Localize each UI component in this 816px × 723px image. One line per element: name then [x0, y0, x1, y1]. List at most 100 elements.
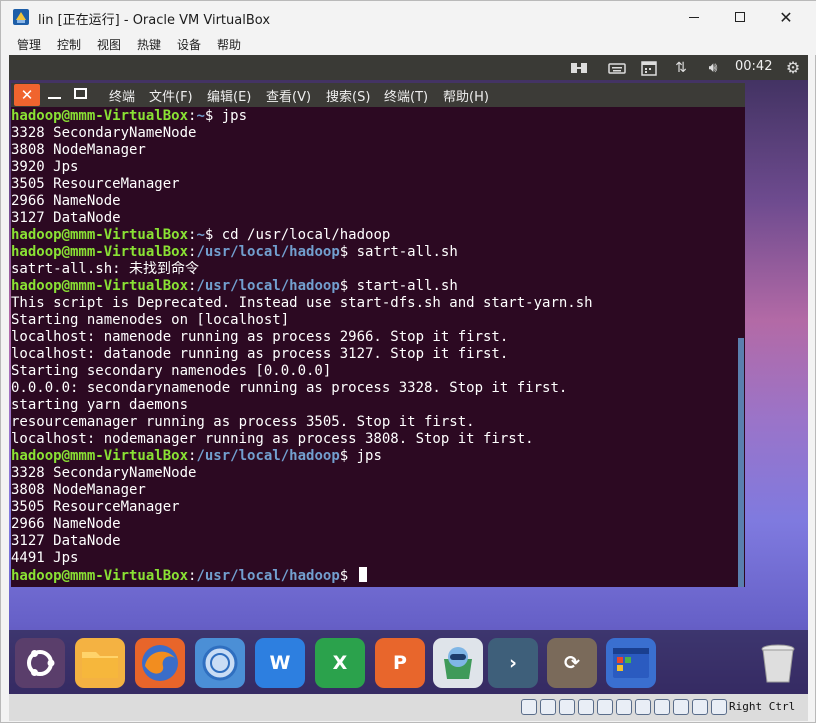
- vm-menu-bar: 管理 控制 视图 热键 设备 帮助: [1, 33, 816, 55]
- terminal-minimize-button[interactable]: [48, 97, 61, 99]
- terminal-menu-view[interactable]: 查看(V): [266, 86, 311, 105]
- output-line: 3328 SecondaryNameNode: [11, 125, 197, 141]
- output-line: 3127 DataNode: [11, 210, 121, 226]
- output-line: localhost: nodemanager running as proces…: [11, 431, 534, 447]
- close-button[interactable]: ✕: [763, 1, 809, 33]
- prompt-path: /usr/local/hadoop: [196, 568, 340, 584]
- terminal-app-icon[interactable]: ›: [488, 638, 538, 688]
- vm-status-bar: Right Ctrl: [9, 694, 808, 721]
- prompt-symbol: $: [339, 448, 357, 464]
- guest-display[interactable]: ⇅ 🔊︎ 00:42 ⚙ ✕ 终端 文件(F) 编辑(E) 查看(V) 搜索(S…: [9, 55, 808, 721]
- workspace-switcher-icon[interactable]: [606, 638, 656, 688]
- trash-icon[interactable]: [753, 638, 803, 688]
- output-line: 2966 NameNode: [11, 516, 121, 532]
- prompt-user: hadoop@mmm-VirtualBox: [11, 108, 189, 124]
- terminal-menu-edit[interactable]: 编辑(E): [207, 86, 251, 105]
- output-line: 3505 ResourceManager: [11, 499, 180, 515]
- output-line: localhost: namenode running as process 2…: [11, 329, 509, 345]
- dock: W X P › ⟳: [9, 630, 808, 694]
- prompt-line: hadoop@mmm-VirtualBox:~$ cd /usr/local/h…: [11, 227, 745, 244]
- prompt-user: hadoop@mmm-VirtualBox: [11, 244, 189, 260]
- prompt-symbol: $: [339, 568, 357, 584]
- optical-drive-icon[interactable]: [540, 699, 556, 715]
- text-cursor[interactable]: [358, 567, 367, 582]
- output-line: 4491 Jps: [11, 550, 79, 566]
- menu-control[interactable]: 控制: [57, 36, 81, 53]
- prompt-path: /usr/local/hadoop: [196, 278, 340, 294]
- clock[interactable]: 00:42: [735, 59, 772, 74]
- output-line: 3808 NodeManager: [11, 142, 146, 158]
- ubuntu-dash-icon[interactable]: [15, 638, 65, 688]
- terminal-window[interactable]: ✕ 终端 文件(F) 编辑(E) 查看(V) 搜索(S) 终端(T) 帮助(H)…: [11, 83, 745, 587]
- output-line: 3328 SecondaryNameNode: [11, 465, 197, 481]
- usb-icon[interactable]: [597, 699, 613, 715]
- terminal-maximize-button[interactable]: [74, 88, 87, 99]
- wps-spreadsheet-icon[interactable]: X: [315, 638, 365, 688]
- prompt-line: hadoop@mmm-VirtualBox:/usr/local/hadoop$: [11, 567, 745, 584]
- wps-writer-icon[interactable]: W: [255, 638, 305, 688]
- title-bar[interactable]: lin [正在运行] - Oracle VM VirtualBox ✕: [1, 1, 816, 33]
- command-text: jps: [221, 108, 248, 124]
- software-center-icon[interactable]: [433, 638, 483, 688]
- output-line: resourcemanager running as process 3505.…: [11, 414, 475, 430]
- minimize-icon: [689, 16, 699, 18]
- output-line: This script is Deprecated. Instead use s…: [11, 295, 593, 311]
- minimize-button[interactable]: [671, 1, 717, 33]
- browser-globe-icon[interactable]: [195, 638, 245, 688]
- output-line: 3127 DataNode: [11, 533, 121, 549]
- prompt-symbol: $: [204, 108, 222, 124]
- output-line: localhost: datanode running as process 3…: [11, 346, 509, 362]
- menu-view[interactable]: 视图: [97, 36, 121, 53]
- firefox-icon[interactable]: [135, 638, 185, 688]
- window-title: lin [正在运行] - Oracle VM VirtualBox: [38, 13, 271, 28]
- terminal-menu-terminal-t[interactable]: 终端(T): [384, 86, 428, 105]
- menu-manage[interactable]: 管理: [17, 36, 41, 53]
- hard-disk-icon[interactable]: [521, 699, 537, 715]
- update-manager-icon[interactable]: ⟳: [547, 638, 597, 688]
- menu-help[interactable]: 帮助: [217, 36, 241, 53]
- files-folder-icon[interactable]: [75, 638, 125, 688]
- terminal-output[interactable]: hadoop@mmm-VirtualBox:~$ jps 3328 Seconda…: [11, 108, 745, 587]
- prompt-line: hadoop@mmm-VirtualBox:/usr/local/hadoop$…: [11, 244, 745, 261]
- terminal-menu-terminal[interactable]: 终端: [109, 86, 135, 105]
- settings-gear-icon[interactable]: ⚙: [783, 58, 803, 77]
- shared-folders-icon[interactable]: [616, 699, 632, 715]
- close-icon: ✕: [20, 86, 34, 104]
- volume-icon[interactable]: 🔊︎: [702, 59, 724, 76]
- prompt-symbol: $: [339, 244, 357, 260]
- calendar-icon[interactable]: [639, 59, 659, 76]
- terminal-menu-file[interactable]: 文件(F): [149, 86, 193, 105]
- close-icon: ✕: [779, 7, 793, 27]
- keyboard-icon[interactable]: [607, 59, 627, 76]
- command-text: satrt-all.sh: [356, 244, 458, 260]
- menu-devices[interactable]: 设备: [177, 36, 201, 53]
- prompt-user: hadoop@mmm-VirtualBox: [11, 278, 189, 294]
- network-adapter-icon[interactable]: [578, 699, 594, 715]
- maximize-button[interactable]: [717, 1, 763, 33]
- terminal-menu-search[interactable]: 搜索(S): [326, 86, 370, 105]
- output-line: 2966 NameNode: [11, 193, 121, 209]
- cpu-icon[interactable]: [673, 699, 689, 715]
- mouse-integration-icon[interactable]: [692, 699, 708, 715]
- prompt-user: hadoop@mmm-VirtualBox: [11, 448, 189, 464]
- prompt-path: /usr/local/hadoop: [196, 244, 340, 260]
- display-icon[interactable]: [635, 699, 651, 715]
- network-arrows-icon[interactable]: ⇅: [671, 59, 691, 76]
- terminal-header[interactable]: ✕ 终端 文件(F) 编辑(E) 查看(V) 搜索(S) 终端(T) 帮助(H): [11, 83, 745, 107]
- guest-top-panel: ⇅ 🔊︎ 00:42 ⚙: [9, 55, 808, 80]
- host-key-label: Right Ctrl: [729, 700, 796, 713]
- menu-hotkey[interactable]: 热键: [137, 36, 161, 53]
- prompt-symbol: $: [339, 278, 357, 294]
- recording-icon[interactable]: [654, 699, 670, 715]
- wps-presentation-icon[interactable]: P: [375, 638, 425, 688]
- prompt-path: /usr/local/hadoop: [196, 448, 340, 464]
- prompt-user: hadoop@mmm-VirtualBox: [11, 227, 189, 243]
- terminal-menu-help[interactable]: 帮助(H): [443, 86, 489, 105]
- output-line: satrt-all.sh: 未找到命令: [11, 261, 200, 277]
- audio-icon[interactable]: [559, 699, 575, 715]
- terminal-scrollbar[interactable]: [738, 338, 744, 587]
- keyboard-capture-icon[interactable]: [711, 699, 727, 715]
- virtualbox-app-icon: [13, 9, 29, 25]
- transfer-icon[interactable]: [569, 59, 589, 76]
- terminal-close-button[interactable]: ✕: [14, 84, 40, 106]
